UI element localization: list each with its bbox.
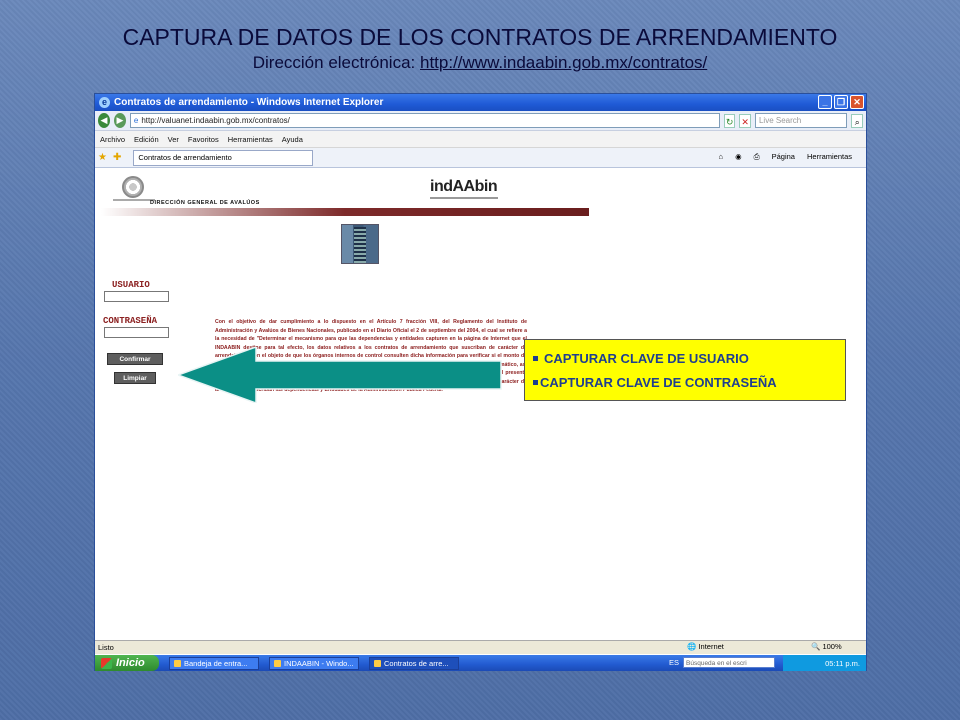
subtitle-link[interactable]: http://www.indaabin.gob.mx/contratos/ bbox=[420, 53, 707, 72]
refresh-icon[interactable]: ↻ bbox=[723, 113, 736, 128]
callout-item: CAPTURAR CLAVE DE USUARIO bbox=[533, 346, 837, 370]
clear-button[interactable]: Limpiar bbox=[114, 372, 156, 384]
tab-label: Contratos de arrendamiento bbox=[138, 153, 232, 162]
instructions-callout: CAPTURAR CLAVE DE USUARIO CAPTURAR CLAVE… bbox=[524, 339, 846, 401]
taskbar-item-label: INDAABIN - Windo... bbox=[284, 658, 354, 668]
web-page: DIRECCIÓN GENERAL DE AVALÚOS indAAbin US… bbox=[95, 170, 866, 644]
government-seal-icon bbox=[122, 176, 144, 198]
menu-ayuda[interactable]: Ayuda bbox=[282, 135, 303, 144]
bullet-icon bbox=[533, 379, 538, 385]
menu-favoritos[interactable]: Favoritos bbox=[188, 135, 219, 144]
address-toolbar: ◀ ▶ e http://valuanet.indaabin.gob.mx/co… bbox=[95, 111, 866, 131]
callout-item-text: CAPTURAR CLAVE DE CONTRASEÑA bbox=[540, 374, 777, 390]
slide-title-block: CAPTURA DE DATOS DE LOS CONTRATOS DE ARR… bbox=[0, 24, 960, 73]
zone-text: 🌐 Internet bbox=[687, 642, 724, 651]
command-bar: ⌂ ◉ ⎙ Página Herramientas bbox=[719, 152, 852, 162]
language-indicator[interactable]: ES bbox=[669, 658, 679, 667]
tools-menu[interactable]: Herramientas bbox=[807, 152, 852, 162]
address-text: http://valuanet.indaabin.gob.mx/contrato… bbox=[141, 116, 290, 125]
taskbar-item[interactable]: Contratos de arre... bbox=[369, 656, 459, 670]
password-input[interactable] bbox=[104, 327, 169, 338]
slide-title: CAPTURA DE DATOS DE LOS CONTRATOS DE ARR… bbox=[122, 24, 838, 50]
status-bar: Listo 🌐 Internet 🔍 100% bbox=[95, 640, 866, 654]
ie-icon: e bbox=[99, 97, 110, 108]
zoom-value: 100% bbox=[822, 642, 842, 651]
taskbar-search-input[interactable]: Búsqueda en el escri bbox=[683, 657, 776, 668]
stop-icon[interactable]: ✕ bbox=[739, 113, 751, 128]
zoom-control[interactable]: 🔍 100% bbox=[811, 642, 842, 651]
close-button[interactable]: ✕ bbox=[850, 95, 864, 109]
window-titlebar: e Contratos de arrendamiento - Windows I… bbox=[95, 94, 866, 111]
add-favorite-icon[interactable]: ✚ bbox=[113, 152, 121, 163]
window-controls: _ ❐ ✕ bbox=[818, 95, 864, 109]
feeds-icon[interactable]: ◉ bbox=[735, 152, 742, 162]
favorites-star-icon[interactable]: ★ bbox=[98, 152, 107, 163]
slide-subtitle: Dirección electrónica: http://www.indaab… bbox=[0, 53, 960, 73]
minimize-button[interactable]: _ bbox=[818, 95, 832, 109]
menu-herramientas[interactable]: Herramientas bbox=[228, 135, 273, 144]
forward-icon[interactable]: ▶ bbox=[113, 113, 126, 128]
user-label: USUARIO bbox=[112, 280, 150, 290]
browser-window: e Contratos de arrendamiento - Windows I… bbox=[94, 93, 867, 671]
taskbar-search-area: ES Búsqueda en el escri bbox=[669, 657, 776, 668]
ie-icon bbox=[274, 659, 281, 667]
back-icon[interactable]: ◀ bbox=[98, 113, 110, 128]
page-menu[interactable]: Página bbox=[772, 152, 795, 162]
password-label: CONTRASEÑA bbox=[103, 316, 158, 326]
windows-logo-icon bbox=[101, 657, 112, 669]
menu-ver[interactable]: Ver bbox=[168, 135, 179, 144]
menu-archivo[interactable]: Archivo bbox=[100, 135, 125, 144]
start-label: Inicio bbox=[116, 657, 145, 669]
header-divider bbox=[101, 208, 589, 216]
subtitle-label: Dirección electrónica: bbox=[252, 53, 416, 72]
ie-icon bbox=[374, 659, 381, 667]
taskbar-item-label: Bandeja de entra... bbox=[184, 658, 248, 668]
page-icon: e bbox=[133, 116, 139, 125]
bullet-icon bbox=[533, 355, 538, 361]
home-icon[interactable]: ⌂ bbox=[719, 152, 724, 162]
print-icon[interactable]: ⎙ bbox=[754, 152, 760, 162]
maximize-button[interactable]: ❐ bbox=[834, 95, 848, 109]
callout-item: CAPTURAR CLAVE DE CONTRASEÑA bbox=[533, 370, 837, 394]
logo-underline bbox=[430, 197, 498, 199]
search-icon[interactable]: ⌕ bbox=[851, 113, 864, 128]
taskbar-item[interactable]: INDAABIN - Windo... bbox=[269, 656, 359, 670]
window-title: Contratos de arrendamiento - Windows Int… bbox=[114, 97, 384, 108]
pointer-arrow-icon bbox=[178, 347, 502, 403]
address-input[interactable]: e http://valuanet.indaabin.gob.mx/contra… bbox=[129, 113, 720, 128]
menu-bar: Archivo Edición Ver Favoritos Herramient… bbox=[95, 131, 866, 148]
favorites-bar: ★ ✚ Contratos de arrendamiento ⌂ ◉ ⎙ Pág… bbox=[95, 148, 866, 168]
mail-icon bbox=[174, 659, 181, 667]
menu-edicion[interactable]: Edición bbox=[134, 135, 159, 144]
agency-label: DIRECCIÓN GENERAL DE AVALÚOS bbox=[150, 200, 260, 206]
system-tray: 05:11 p.m. bbox=[783, 655, 866, 671]
clock[interactable]: 05:11 p.m. bbox=[825, 659, 860, 668]
seal-caption bbox=[113, 199, 155, 201]
taskbar-item-label: Contratos de arre... bbox=[384, 658, 449, 668]
zone-label: Internet bbox=[698, 642, 724, 651]
taskbar: Inicio Bandeja de entra... INDAABIN - Wi… bbox=[95, 655, 866, 671]
taskbar-item[interactable]: Bandeja de entra... bbox=[169, 656, 259, 670]
confirm-button[interactable]: Confirmar bbox=[107, 353, 163, 365]
status-text: Listo bbox=[98, 643, 114, 652]
indaabin-logo: indAAbin bbox=[430, 178, 498, 195]
user-input[interactable] bbox=[104, 291, 169, 302]
start-button[interactable]: Inicio bbox=[95, 655, 159, 671]
building-image bbox=[341, 224, 379, 264]
live-search-input[interactable]: Live Search bbox=[754, 113, 848, 128]
callout-item-text: CAPTURAR CLAVE DE USUARIO bbox=[544, 350, 749, 366]
tab-contratos[interactable]: Contratos de arrendamiento bbox=[133, 149, 314, 166]
